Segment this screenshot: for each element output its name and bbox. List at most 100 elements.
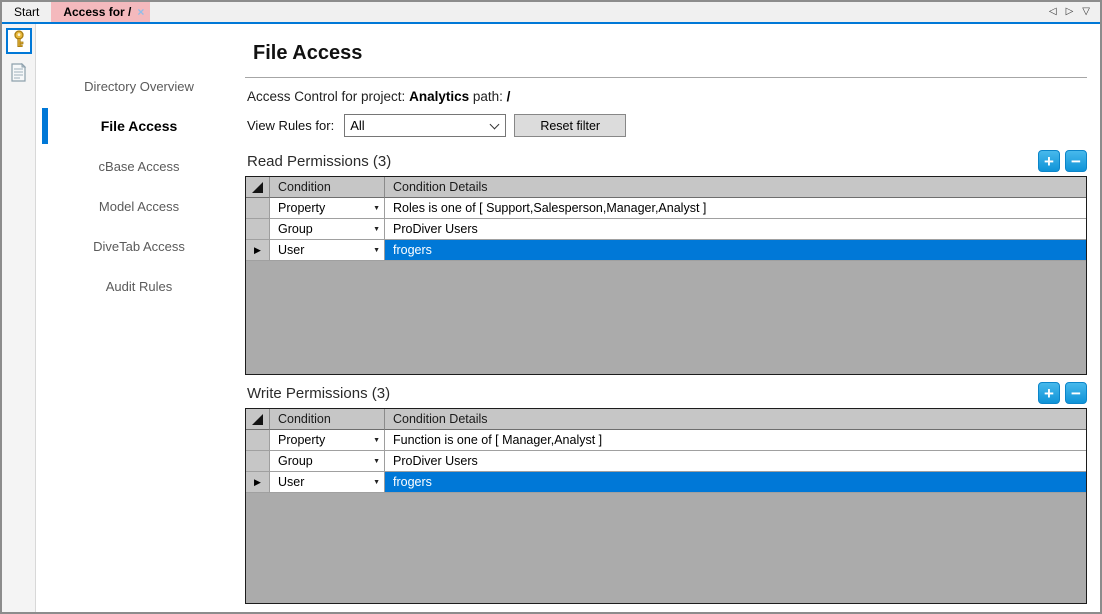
- access-line-prefix: Access Control for project:: [247, 89, 405, 104]
- sidebar-item-cbase-access[interactable]: cBase Access: [36, 146, 242, 186]
- table-row[interactable]: ▶ Group ▼ ProDiver Users: [246, 219, 1086, 240]
- filter-row: View Rules for: All Reset filter: [247, 114, 1087, 137]
- sidebar-item-label: Directory Overview: [84, 79, 194, 94]
- write-permissions-buttons: + −: [1038, 382, 1087, 404]
- sidebar-item-directory-overview[interactable]: Directory Overview: [36, 66, 242, 106]
- read-permissions-header: Read Permissions (3) + −: [247, 149, 1087, 173]
- tab-bar-spacer: [150, 2, 1048, 22]
- current-row-icon: ▶: [254, 478, 261, 487]
- tab-start-label: Start: [14, 5, 39, 19]
- sidebar-item-file-access[interactable]: File Access: [36, 106, 242, 146]
- window-body: Directory Overview File Access cBase Acc…: [2, 24, 1100, 612]
- condition-value: User: [278, 243, 304, 257]
- tab-access-for[interactable]: Access for / ×: [51, 2, 150, 22]
- condition-details-cell[interactable]: frogers: [385, 240, 1086, 261]
- condition-dropdown[interactable]: User ▼: [270, 472, 385, 493]
- table-row[interactable]: ▶ Group ▼ ProDiver Users: [246, 451, 1086, 472]
- condition-value: Property: [278, 433, 325, 447]
- document-tool[interactable]: [6, 62, 32, 88]
- table-empty-area: [246, 493, 1086, 603]
- path-value: /: [507, 89, 511, 104]
- dropdown-arrow-icon: ▼: [373, 247, 380, 254]
- row-header[interactable]: ▶: [246, 472, 270, 493]
- reset-filter-button[interactable]: Reset filter: [514, 114, 626, 137]
- condition-dropdown[interactable]: Group ▼: [270, 219, 385, 240]
- select-all-corner[interactable]: [246, 409, 270, 430]
- table-row[interactable]: ▶ User ▼ frogers: [246, 240, 1086, 261]
- sidebar-item-model-access[interactable]: Model Access: [36, 186, 242, 226]
- sidebar-item-divetab-access[interactable]: DiveTab Access: [36, 226, 242, 266]
- sidebar-item-label: Model Access: [99, 199, 179, 214]
- add-read-rule-button[interactable]: +: [1038, 150, 1060, 172]
- key-icon: [10, 30, 28, 53]
- condition-column-header: Condition: [270, 409, 385, 430]
- application-window: Start Access for / × ◁ ▷ ▽: [0, 0, 1102, 614]
- condition-details-cell[interactable]: Function is one of [ Manager,Analyst ]: [385, 430, 1086, 451]
- tab-scroll-right-icon[interactable]: ▷: [1066, 7, 1074, 17]
- view-rules-dropdown[interactable]: All: [344, 114, 506, 137]
- write-permissions-header: Write Permissions (3) + −: [247, 381, 1087, 405]
- select-all-triangle-icon: [252, 182, 263, 193]
- current-row-icon: ▶: [254, 246, 261, 255]
- row-header[interactable]: ▶: [246, 430, 270, 451]
- condition-details-cell[interactable]: ProDiver Users: [385, 219, 1086, 240]
- dropdown-arrow-icon: ▼: [373, 458, 380, 465]
- condition-dropdown[interactable]: User ▼: [270, 240, 385, 261]
- chevron-down-icon: [490, 120, 500, 130]
- tab-access-for-label: Access for /: [63, 5, 131, 19]
- condition-value: User: [278, 475, 304, 489]
- row-header[interactable]: ▶: [246, 240, 270, 261]
- view-rules-selected-value: All: [350, 118, 364, 133]
- access-key-tool[interactable]: [6, 28, 32, 54]
- table-header-row: Condition Condition Details: [246, 409, 1086, 430]
- main-content: File Access Access Control for project: …: [242, 24, 1100, 612]
- condition-dropdown[interactable]: Property ▼: [270, 430, 385, 451]
- tab-scroll-left-icon[interactable]: ◁: [1049, 7, 1057, 17]
- remove-read-rule-button[interactable]: −: [1065, 150, 1087, 172]
- condition-details-cell[interactable]: ProDiver Users: [385, 451, 1086, 472]
- sidebar-item-label: DiveTab Access: [93, 239, 185, 254]
- table-row[interactable]: ▶ Property ▼ Roles is one of [ Support,S…: [246, 198, 1086, 219]
- condition-value: Group: [278, 222, 313, 236]
- condition-details-cell[interactable]: Roles is one of [ Support,Salesperson,Ma…: [385, 198, 1086, 219]
- write-permissions-title: Write Permissions (3): [247, 385, 390, 402]
- path-label: path:: [473, 89, 503, 104]
- tab-start[interactable]: Start: [2, 2, 51, 22]
- sidebar-item-label: File Access: [101, 118, 178, 134]
- view-rules-label: View Rules for:: [247, 118, 334, 133]
- tab-bar: Start Access for / × ◁ ▷ ▽: [2, 2, 1100, 24]
- table-row[interactable]: ▶ User ▼ frogers: [246, 472, 1086, 493]
- title-divider: [245, 77, 1087, 78]
- condition-details-column-header: Condition Details: [385, 177, 1086, 198]
- condition-details-column-header: Condition Details: [385, 409, 1086, 430]
- row-header[interactable]: ▶: [246, 451, 270, 472]
- sidebar-item-audit-rules[interactable]: Audit Rules: [36, 266, 242, 306]
- add-write-rule-button[interactable]: +: [1038, 382, 1060, 404]
- dropdown-arrow-icon: ▼: [373, 226, 380, 233]
- table-row[interactable]: ▶ Property ▼ Function is one of [ Manage…: [246, 430, 1086, 451]
- dropdown-arrow-icon: ▼: [373, 205, 380, 212]
- condition-dropdown[interactable]: Group ▼: [270, 451, 385, 472]
- read-permissions-buttons: + −: [1038, 150, 1087, 172]
- active-indicator-bar: [42, 108, 48, 144]
- document-icon: [10, 63, 27, 87]
- read-permissions-table: Condition Condition Details ▶ Property ▼…: [245, 176, 1087, 375]
- dropdown-arrow-icon: ▼: [373, 479, 380, 486]
- tab-list-icon[interactable]: ▽: [1082, 7, 1090, 17]
- sidebar: Directory Overview File Access cBase Acc…: [36, 24, 242, 612]
- table-header-row: Condition Condition Details: [246, 177, 1086, 198]
- remove-write-rule-button[interactable]: −: [1065, 382, 1087, 404]
- sidebar-item-label: cBase Access: [99, 159, 180, 174]
- select-all-corner[interactable]: [246, 177, 270, 198]
- row-header[interactable]: ▶: [246, 198, 270, 219]
- condition-value: Group: [278, 454, 313, 468]
- row-header[interactable]: ▶: [246, 219, 270, 240]
- select-all-triangle-icon: [252, 414, 263, 425]
- close-tab-icon[interactable]: ×: [137, 6, 144, 18]
- project-name: Analytics: [409, 89, 469, 104]
- condition-dropdown[interactable]: Property ▼: [270, 198, 385, 219]
- condition-column-header: Condition: [270, 177, 385, 198]
- condition-details-cell[interactable]: frogers: [385, 472, 1086, 493]
- dropdown-arrow-icon: ▼: [373, 437, 380, 444]
- page-title: File Access: [253, 42, 1087, 65]
